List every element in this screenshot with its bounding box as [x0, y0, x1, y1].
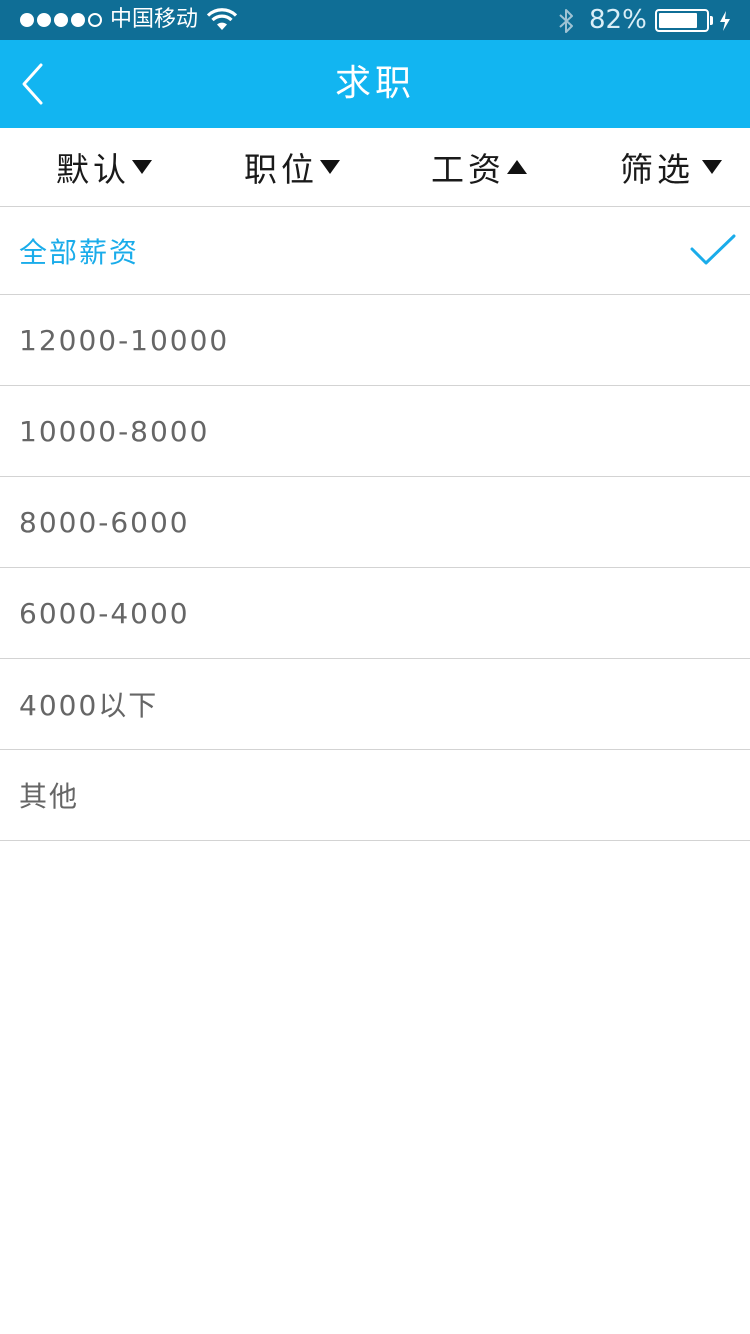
- salary-option-row[interactable]: 4000以下: [0, 659, 750, 750]
- filter-screen[interactable]: 筛选: [620, 128, 722, 206]
- salary-option-label: 其他: [19, 780, 80, 813]
- signal-strength-icon: [20, 13, 102, 27]
- battery-level-fill: [659, 13, 697, 28]
- salary-option-label: 全部薪资: [19, 235, 140, 269]
- battery-nub: [710, 16, 713, 25]
- salary-option-label: 12000-10000: [19, 323, 230, 357]
- filter-label: 职位: [244, 150, 318, 189]
- triangle-up-icon: [507, 160, 527, 174]
- carrier-name: 中国移动: [110, 7, 199, 32]
- filter-label: 工资: [431, 150, 505, 189]
- filter-label: 默认: [56, 150, 130, 189]
- salary-option-label: 4000以下: [19, 689, 159, 722]
- page-title: 求职: [334, 63, 415, 104]
- salary-option-label: 8000-6000: [19, 505, 190, 539]
- salary-option-row[interactable]: 其他: [0, 750, 750, 841]
- salary-option-row[interactable]: 6000-4000: [0, 568, 750, 659]
- status-bar: 中国移动 82%: [0, 0, 750, 40]
- filter-bar: 默认 职位 工资 筛选: [0, 128, 750, 207]
- filter-salary[interactable]: 工资: [431, 128, 527, 206]
- triangle-down-icon: [132, 160, 152, 174]
- salary-option-label: 6000-4000: [19, 596, 190, 630]
- salary-option-row[interactable]: 8000-6000: [0, 477, 750, 568]
- filter-position[interactable]: 职位: [244, 128, 340, 206]
- bluetooth-icon: [559, 9, 573, 33]
- checkmark-icon: [690, 234, 736, 265]
- wifi-icon: [206, 8, 238, 30]
- filter-default[interactable]: 默认: [56, 128, 152, 206]
- nav-bar: 求职: [0, 40, 750, 128]
- salary-option-row[interactable]: 全部薪资: [0, 207, 750, 295]
- filter-label: 筛选: [620, 150, 694, 189]
- battery-icon: [655, 9, 709, 32]
- salary-option-row[interactable]: 12000-10000: [0, 295, 750, 386]
- battery-percent: 82%: [589, 5, 647, 35]
- triangle-down-icon: [320, 160, 340, 174]
- charging-bolt-icon: [720, 11, 730, 31]
- salary-option-list: 全部薪资 12000-10000 10000-8000 8000-6000 60…: [0, 207, 750, 841]
- salary-option-label: 10000-8000: [19, 414, 210, 448]
- salary-option-row[interactable]: 10000-8000: [0, 386, 750, 477]
- triangle-down-icon: [702, 160, 722, 174]
